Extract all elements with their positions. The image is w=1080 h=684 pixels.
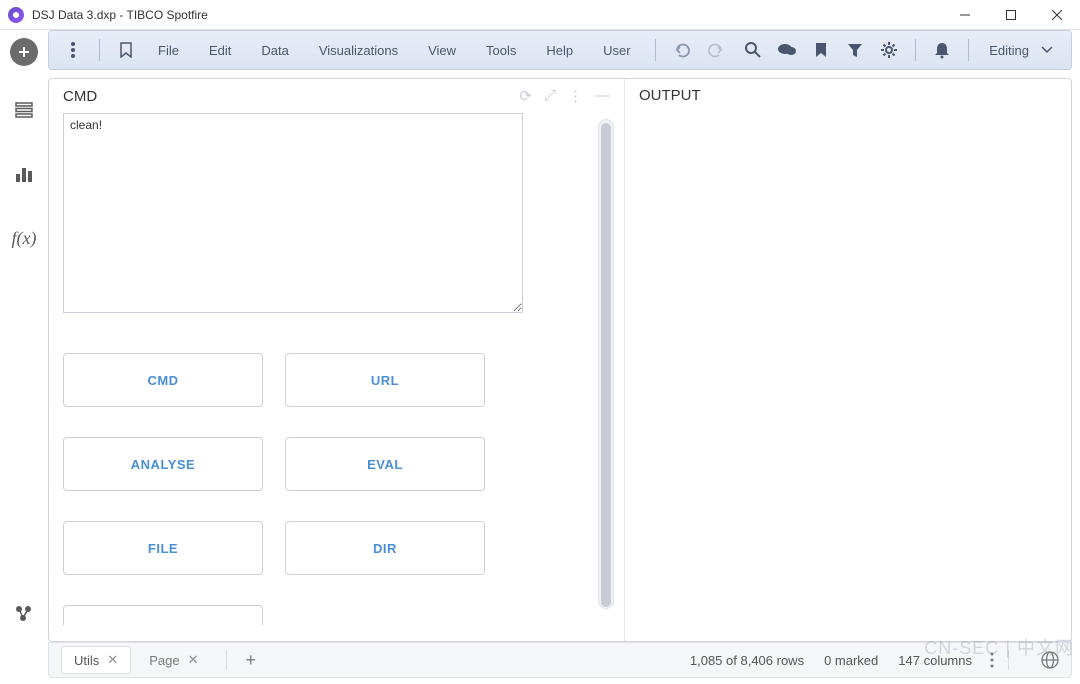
status-marked: 0 marked: [824, 653, 878, 668]
tab-label: Page: [149, 653, 179, 668]
output-panel: OUTPUT: [625, 79, 1071, 641]
cmd-panel-header: CMD ⟳ ⤢ ⋮ —: [49, 79, 624, 113]
mode-selector[interactable]: Editing: [979, 31, 1063, 69]
mode-label: Editing: [989, 43, 1029, 58]
filter-icon[interactable]: [839, 34, 871, 66]
status-separator: [1008, 650, 1009, 670]
menu-edit[interactable]: Edit: [195, 31, 245, 69]
menu-tools[interactable]: Tools: [472, 31, 530, 69]
tab-page[interactable]: Page ✕: [137, 646, 210, 674]
bell-icon[interactable]: [926, 34, 958, 66]
window-close-button[interactable]: [1034, 0, 1080, 30]
url-button[interactable]: URL: [285, 353, 485, 407]
output-panel-header: OUTPUT: [625, 79, 1071, 112]
scrollbar[interactable]: [598, 119, 614, 609]
window-title: DSJ Data 3.dxp - TIBCO Spotfire: [32, 8, 942, 22]
tab-utils[interactable]: Utils ✕: [61, 646, 131, 674]
tab-separator: [226, 650, 227, 670]
window-controls: [942, 0, 1080, 30]
window-maximize-button[interactable]: [988, 0, 1034, 30]
fx-function-icon[interactable]: f(x): [4, 218, 44, 258]
window-title-bar: DSJ Data 3.dxp - TIBCO Spotfire: [0, 0, 1080, 30]
action-button-grid: CMD URL ANALYSE EVAL FILE DIR: [49, 313, 624, 639]
page-tabs: Utils ✕ Page ✕ +: [61, 646, 264, 674]
toolbar-separator: [655, 39, 656, 61]
panel-toolbar: ⟳ ⤢ ⋮ —: [519, 87, 610, 105]
status-bar: Utils ✕ Page ✕ + 1,085 of 8,406 rows 0 m…: [48, 642, 1072, 678]
status-rows: 1,085 of 8,406 rows: [690, 653, 804, 668]
left-rail: f(x): [0, 30, 48, 684]
more-menu-icon[interactable]: [57, 34, 89, 66]
window-minimize-button[interactable]: [942, 0, 988, 30]
cmd-panel-title: CMD: [63, 88, 97, 105]
menu-data[interactable]: Data: [247, 31, 302, 69]
redo-icon[interactable]: [700, 34, 732, 66]
content-area: CMD ⟳ ⤢ ⋮ — CMD URL ANALYSE EVAL: [48, 78, 1072, 642]
tab-label: Utils: [74, 653, 99, 668]
dir-button[interactable]: DIR: [285, 521, 485, 575]
globe-icon[interactable]: [1041, 651, 1059, 669]
add-tab-button[interactable]: +: [237, 650, 264, 671]
bookmark-icon[interactable]: [110, 34, 142, 66]
search-icon[interactable]: [737, 34, 769, 66]
panel-action-icon[interactable]: ⟳: [519, 87, 532, 105]
cmd-button[interactable]: CMD: [63, 353, 263, 407]
menu-help[interactable]: Help: [532, 31, 587, 69]
panel-close-icon[interactable]: —: [595, 87, 610, 105]
app-icon: [8, 7, 24, 23]
pin-icon[interactable]: [4, 594, 44, 634]
close-icon[interactable]: ✕: [188, 652, 199, 668]
partial-button[interactable]: [63, 605, 263, 625]
status-columns: 147 columns: [898, 653, 972, 668]
panel-action-icon[interactable]: ⤢: [544, 87, 556, 105]
bar-chart-icon[interactable]: [4, 154, 44, 194]
menu-visualizations[interactable]: Visualizations: [305, 31, 412, 69]
cmd-panel: CMD ⟳ ⤢ ⋮ — CMD URL ANALYSE EVAL: [49, 79, 625, 641]
menu-user[interactable]: User: [589, 31, 644, 69]
close-icon[interactable]: ✕: [107, 652, 118, 668]
eval-button[interactable]: EVAL: [285, 437, 485, 491]
toolbar-separator: [915, 39, 916, 61]
file-button[interactable]: FILE: [63, 521, 263, 575]
menu-view[interactable]: View: [414, 31, 470, 69]
gear-icon[interactable]: [873, 34, 905, 66]
more-icon[interactable]: [990, 652, 994, 668]
cmd-input[interactable]: [63, 113, 523, 313]
main-toolbar: File Edit Data Visualizations View Tools…: [48, 30, 1072, 70]
toolbar-separator: [99, 39, 100, 61]
analyse-button[interactable]: ANALYSE: [63, 437, 263, 491]
bookmark-icon[interactable]: [805, 34, 837, 66]
comment-icon[interactable]: [771, 34, 803, 66]
output-panel-title: OUTPUT: [639, 87, 701, 104]
panel-action-icon[interactable]: ⋮: [568, 87, 583, 105]
toolbar-separator: [968, 39, 969, 61]
undo-icon[interactable]: [666, 34, 698, 66]
add-visualization-button[interactable]: [10, 38, 38, 66]
data-panel-icon[interactable]: [4, 90, 44, 130]
menu-file[interactable]: File: [144, 31, 193, 69]
chevron-down-icon: [1041, 46, 1053, 54]
